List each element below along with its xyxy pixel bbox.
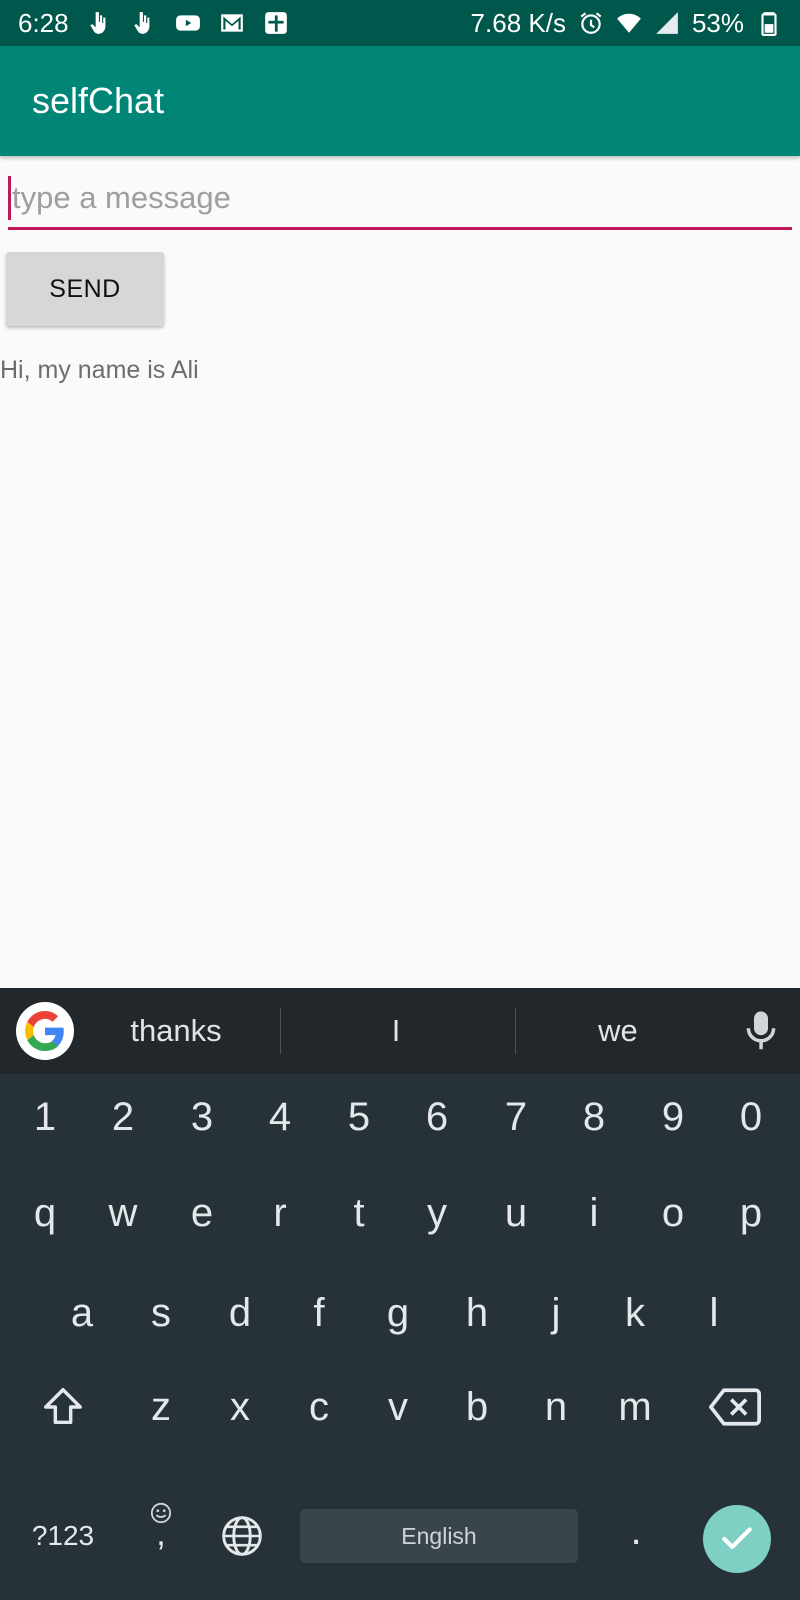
wifi-icon xyxy=(616,10,642,36)
suggestion-1[interactable]: thanks xyxy=(96,988,256,1074)
alarm-icon xyxy=(578,10,604,36)
key-b[interactable]: b xyxy=(442,1362,512,1452)
status-left: 6:28 xyxy=(18,8,289,39)
backspace-icon xyxy=(709,1388,761,1426)
suggestion-divider xyxy=(515,1008,516,1054)
network-speed: 7.68 K/s xyxy=(470,7,566,38)
key-q[interactable]: q xyxy=(10,1168,80,1258)
gmail-icon xyxy=(219,10,245,36)
google-icon[interactable] xyxy=(16,1002,74,1060)
key-1[interactable]: 1 xyxy=(10,1072,80,1162)
mic-icon[interactable] xyxy=(744,1010,778,1052)
key-j[interactable]: j xyxy=(521,1268,591,1358)
battery-icon xyxy=(756,10,782,36)
key-9[interactable]: 9 xyxy=(638,1072,708,1162)
suggestion-2[interactable]: I xyxy=(316,988,476,1074)
battery-percent: 53% xyxy=(691,7,744,38)
emoji-comma-key[interactable]: , xyxy=(126,1478,196,1568)
key-k[interactable]: k xyxy=(600,1268,670,1358)
signal-icon xyxy=(654,10,680,36)
key-m[interactable]: m xyxy=(600,1362,670,1452)
shift-key[interactable] xyxy=(28,1362,98,1452)
key-d[interactable]: d xyxy=(205,1268,275,1358)
screen: 6:28 7.68 K/s 53% selfChat type a messag… xyxy=(0,0,800,1600)
suggestion-3[interactable]: we xyxy=(538,988,698,1074)
touch-icon xyxy=(87,10,113,36)
checkmark-icon xyxy=(722,1527,752,1549)
key-x[interactable]: x xyxy=(205,1362,275,1452)
text-cursor xyxy=(8,176,11,220)
key-5[interactable]: 5 xyxy=(324,1072,394,1162)
language-key[interactable] xyxy=(207,1491,277,1581)
app-title: selfChat xyxy=(32,80,165,121)
key-8[interactable]: 8 xyxy=(559,1072,629,1162)
key-p[interactable]: p xyxy=(716,1168,786,1258)
backspace-key[interactable] xyxy=(700,1362,770,1452)
key-7[interactable]: 7 xyxy=(481,1072,551,1162)
suggestion-bar: thanks I we xyxy=(0,988,800,1074)
app-bar: selfChat xyxy=(0,46,800,156)
calendar-icon xyxy=(263,10,289,36)
key-4[interactable]: 4 xyxy=(245,1072,315,1162)
clock: 6:28 xyxy=(18,7,69,38)
globe-icon xyxy=(222,1516,262,1556)
touch-icon xyxy=(131,10,157,36)
key-2[interactable]: 2 xyxy=(88,1072,158,1162)
key-v[interactable]: v xyxy=(363,1362,433,1452)
symbols-key[interactable]: ?123 xyxy=(20,1491,106,1581)
key-r[interactable]: r xyxy=(245,1168,315,1258)
comma-label: , xyxy=(156,1515,166,1553)
key-n[interactable]: n xyxy=(521,1362,591,1452)
period-key[interactable]: . xyxy=(601,1486,671,1576)
status-bar: 6:28 7.68 K/s 53% xyxy=(0,0,800,46)
enter-key[interactable] xyxy=(703,1505,771,1573)
message-item: Hi, my name is Ali xyxy=(0,356,199,384)
key-g[interactable]: g xyxy=(363,1268,433,1358)
key-0[interactable]: 0 xyxy=(716,1072,786,1162)
key-z[interactable]: z xyxy=(126,1362,196,1452)
status-right: 7.68 K/s 53% xyxy=(471,8,782,39)
key-w[interactable]: w xyxy=(88,1168,158,1258)
key-a[interactable]: a xyxy=(47,1268,117,1358)
shift-icon xyxy=(44,1388,82,1425)
soft-keyboard: thanks I we 1 2 3 4 5 6 7 8 9 0 q w e r … xyxy=(0,988,800,1600)
key-s[interactable]: s xyxy=(126,1268,196,1358)
key-i[interactable]: i xyxy=(559,1168,629,1258)
space-key[interactable]: English xyxy=(300,1509,578,1563)
key-u[interactable]: u xyxy=(481,1168,551,1258)
key-h[interactable]: h xyxy=(442,1268,512,1358)
key-f[interactable]: f xyxy=(284,1268,354,1358)
key-o[interactable]: o xyxy=(638,1168,708,1258)
key-3[interactable]: 3 xyxy=(167,1072,237,1162)
key-y[interactable]: y xyxy=(402,1168,472,1258)
key-l[interactable]: l xyxy=(679,1268,749,1358)
message-input-container xyxy=(8,172,792,230)
key-6[interactable]: 6 xyxy=(402,1072,472,1162)
youtube-icon xyxy=(175,10,201,36)
message-input[interactable] xyxy=(8,172,792,224)
key-t[interactable]: t xyxy=(324,1168,394,1258)
send-button[interactable]: SEND xyxy=(6,252,164,326)
key-e[interactable]: e xyxy=(167,1168,237,1258)
suggestion-divider xyxy=(280,1008,281,1054)
key-c[interactable]: c xyxy=(284,1362,354,1452)
